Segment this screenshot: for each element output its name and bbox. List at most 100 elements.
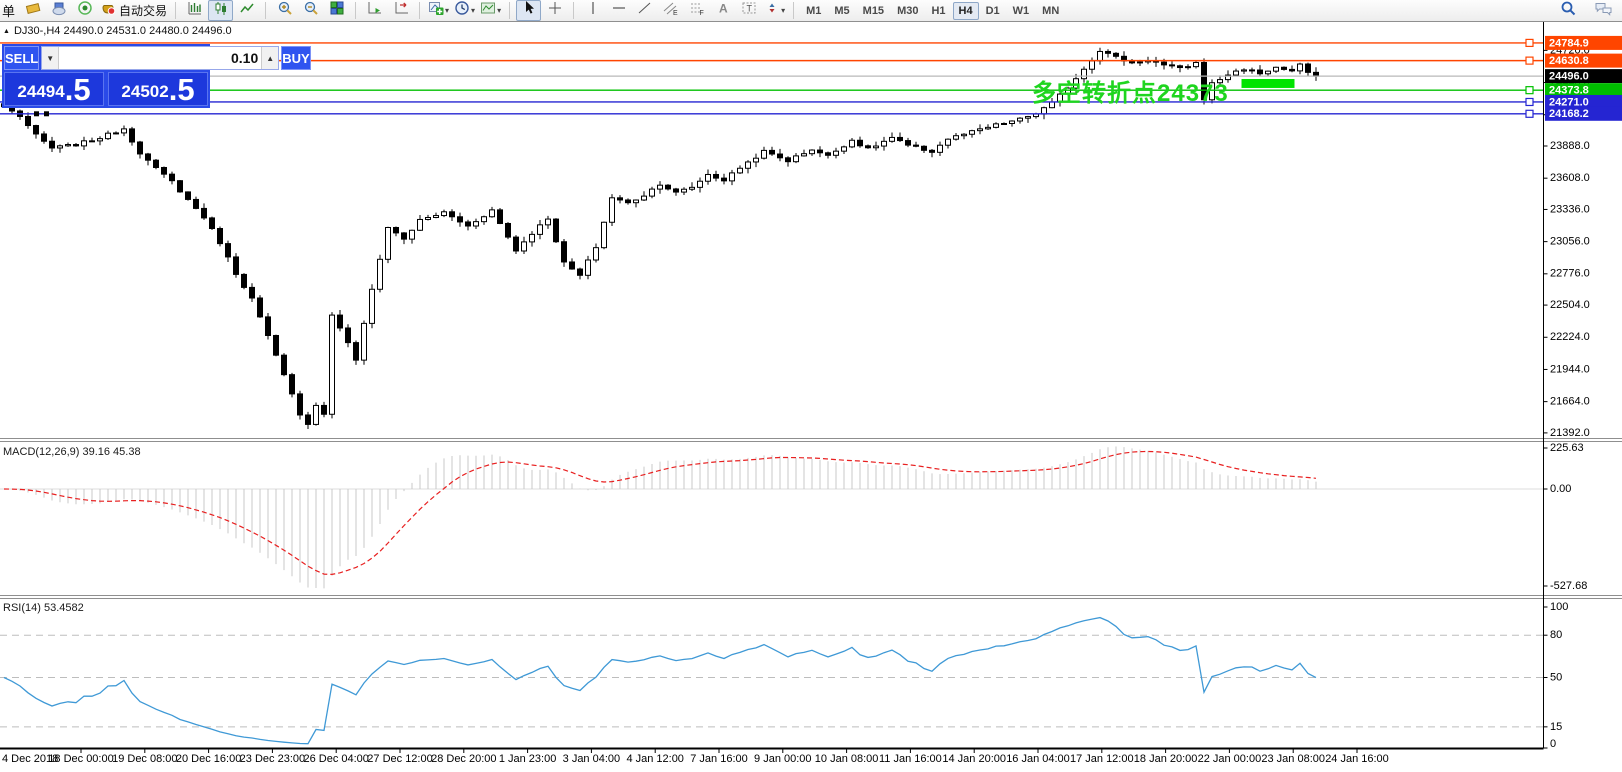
line-chart-type-button[interactable] bbox=[234, 0, 259, 21]
timeframe-m15[interactable]: M15 bbox=[857, 2, 890, 20]
pivot-annotation-text[interactable]: 多空转折点24373 bbox=[1032, 73, 1229, 108]
vertical-line-tool-button[interactable] bbox=[580, 0, 605, 21]
arrows-tool-button[interactable]: ▾ bbox=[762, 0, 787, 21]
svg-text:7 Jan 16:00: 7 Jan 16:00 bbox=[690, 753, 748, 765]
svg-text:11 Jan 16:00: 11 Jan 16:00 bbox=[879, 753, 942, 765]
svg-text:23888.0: 23888.0 bbox=[1550, 140, 1590, 152]
autotrading-icon bbox=[100, 0, 116, 21]
sell-button[interactable]: SELL bbox=[4, 46, 40, 70]
crosshair-tool-button[interactable] bbox=[542, 0, 567, 21]
navigator-button[interactable] bbox=[46, 0, 71, 21]
rsi-indicator-label: RSI(14) 53.4582 bbox=[3, 602, 84, 614]
chevron-down-icon: ▾ bbox=[445, 5, 450, 15]
chevron-down-icon: ▾ bbox=[781, 5, 786, 15]
trendline-tool-button[interactable] bbox=[632, 0, 657, 21]
svg-text:23608.0: 23608.0 bbox=[1550, 172, 1590, 184]
svg-text:23 Dec 23:00: 23 Dec 23:00 bbox=[240, 753, 305, 765]
fibonacci-tool-button[interactable]: F bbox=[684, 0, 709, 21]
svg-text:27 Dec 12:00: 27 Dec 12:00 bbox=[367, 753, 432, 765]
search-button[interactable] bbox=[1556, 0, 1581, 21]
svg-text:24271.0: 24271.0 bbox=[1549, 96, 1589, 108]
indicators-button[interactable]: ▾ bbox=[426, 0, 451, 21]
timeframe-mn[interactable]: MN bbox=[1036, 2, 1065, 20]
timeframe-m5[interactable]: M5 bbox=[828, 2, 855, 20]
bid-price-main: 24494 bbox=[17, 82, 65, 102]
svg-text:9 Jan 00:00: 9 Jan 00:00 bbox=[754, 753, 812, 765]
zoom-in-icon bbox=[277, 0, 293, 21]
text-tool-button[interactable]: A bbox=[710, 0, 735, 21]
svg-text:23336.0: 23336.0 bbox=[1550, 203, 1590, 215]
ask-price-fraction: .5 bbox=[168, 71, 195, 107]
svg-text:16 Jan 04:00: 16 Jan 04:00 bbox=[1006, 753, 1070, 765]
templates-button[interactable]: ▾ bbox=[478, 0, 503, 21]
channel-tool-button[interactable]: E bbox=[658, 0, 683, 21]
svg-text:F: F bbox=[699, 10, 703, 16]
svg-text:18 Dec 00:00: 18 Dec 00:00 bbox=[48, 753, 113, 765]
timeframe-m30[interactable]: M30 bbox=[891, 2, 924, 20]
chart-shift-button[interactable] bbox=[388, 0, 413, 21]
toolbar-separator bbox=[793, 2, 795, 19]
periods-button[interactable]: ▾ bbox=[452, 0, 477, 21]
svg-text:22776.0: 22776.0 bbox=[1550, 268, 1590, 280]
horizontal-line-tool-button[interactable] bbox=[606, 0, 631, 21]
text-label-tool-button[interactable]: T bbox=[736, 0, 761, 21]
market-watch-button[interactable] bbox=[20, 0, 45, 21]
svg-text:50: 50 bbox=[1550, 671, 1562, 683]
price-scale[interactable]: 24720.024440.024160.023888.023608.023336… bbox=[1543, 44, 1590, 750]
buy-button[interactable]: BUY bbox=[281, 46, 311, 70]
clock-icon bbox=[454, 0, 470, 21]
autotrading-button[interactable]: 自动交易 bbox=[98, 0, 169, 21]
toolbar-separator bbox=[419, 2, 421, 19]
svg-text:0.00: 0.00 bbox=[1550, 483, 1571, 495]
svg-text:20 Dec 16:00: 20 Dec 16:00 bbox=[176, 753, 241, 765]
signal-icon bbox=[77, 0, 93, 21]
autotrading-label: 自动交易 bbox=[119, 4, 168, 18]
volume-input[interactable] bbox=[59, 47, 262, 69]
svg-text:23056.0: 23056.0 bbox=[1550, 236, 1590, 248]
toolbar-separator bbox=[355, 2, 357, 19]
auto-scroll-icon bbox=[367, 0, 383, 21]
svg-text:E: E bbox=[673, 10, 678, 16]
cursor-tool-button[interactable] bbox=[516, 0, 542, 21]
auto-scroll-button[interactable] bbox=[362, 0, 387, 21]
time-axis[interactable]: 4 Dec 201818 Dec 00:0019 Dec 08:0020 Dec… bbox=[2, 748, 1389, 765]
volume-decrease-button[interactable]: ▼ bbox=[42, 47, 60, 69]
svg-text:14 Jan 20:00: 14 Jan 20:00 bbox=[942, 753, 1006, 765]
text-icon: A bbox=[715, 0, 731, 21]
search-icon bbox=[1560, 0, 1577, 22]
toolbar-separator bbox=[175, 2, 177, 19]
tile-windows-icon bbox=[329, 0, 345, 21]
volume-increase-button[interactable]: ▲ bbox=[261, 47, 279, 69]
svg-text:17 Jan 12:00: 17 Jan 12:00 bbox=[1070, 753, 1134, 765]
zoom-out-icon bbox=[303, 0, 319, 21]
chart-canvas[interactable]: 24720.024440.024160.023888.023608.023336… bbox=[0, 22, 1622, 772]
zoom-in-button[interactable] bbox=[272, 0, 297, 21]
candlestick-icon bbox=[213, 0, 229, 21]
chat-icon bbox=[1594, 0, 1614, 21]
candlestick-chart-type-button[interactable] bbox=[208, 0, 234, 21]
new-order-button[interactable]: 单 bbox=[2, 1, 15, 20]
rsi-indicator bbox=[3, 616, 1317, 745]
svg-text:22504.0: 22504.0 bbox=[1550, 299, 1590, 311]
tile-windows-button[interactable] bbox=[324, 0, 349, 21]
chevron-down-icon: ▾ bbox=[497, 5, 502, 15]
svg-text:24496.0: 24496.0 bbox=[1549, 71, 1589, 83]
svg-text:21664.0: 21664.0 bbox=[1550, 396, 1590, 408]
timeframe-w1[interactable]: W1 bbox=[1007, 2, 1036, 20]
svg-text:22 Jan 00:00: 22 Jan 00:00 bbox=[1198, 753, 1262, 765]
svg-text:24784.9: 24784.9 bbox=[1549, 37, 1589, 49]
svg-text:4 Jan 12:00: 4 Jan 12:00 bbox=[626, 753, 684, 765]
macd-indicator bbox=[3, 446, 1317, 589]
highlight-bar[interactable] bbox=[1241, 78, 1295, 88]
timeframe-d1[interactable]: D1 bbox=[980, 2, 1006, 20]
svg-text:24373.8: 24373.8 bbox=[1549, 85, 1589, 97]
timeframe-h1[interactable]: H1 bbox=[925, 2, 951, 20]
svg-text:80: 80 bbox=[1550, 629, 1562, 641]
chat-button[interactable] bbox=[1591, 0, 1616, 21]
timeframe-m1[interactable]: M1 bbox=[800, 2, 827, 20]
bar-chart-type-button[interactable] bbox=[182, 0, 207, 21]
chevron-down-icon: ▾ bbox=[471, 5, 476, 15]
timeframe-h4[interactable]: H4 bbox=[952, 1, 979, 20]
zoom-out-button[interactable] bbox=[298, 0, 323, 21]
signal-button[interactable] bbox=[72, 0, 97, 21]
